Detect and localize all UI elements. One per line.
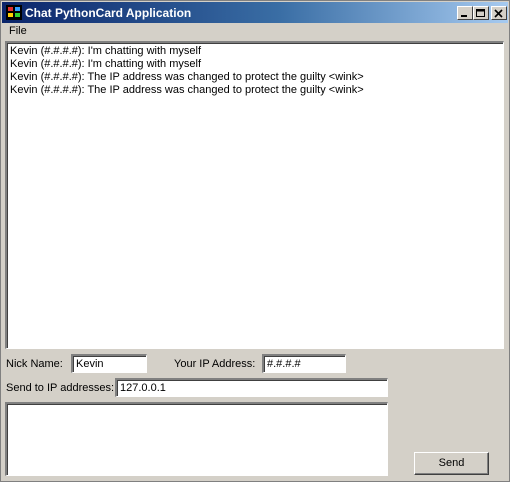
app-window: Chat PythonCard Application File Kevin (…: [0, 0, 510, 482]
ip-address-value: #.#.#.#: [267, 358, 301, 370]
send-to-label: Send to IP addresses:: [6, 382, 115, 394]
send-to-field[interactable]: 127.0.0.1: [115, 378, 388, 397]
ip-address-label: Your IP Address:: [174, 358, 256, 370]
nick-name-value: Kevin: [76, 358, 104, 370]
close-icon: [494, 9, 503, 18]
title-bar[interactable]: Chat PythonCard Application: [2, 2, 508, 23]
chat-line: Kevin (#.#.#.#): I'm chatting with mysel…: [10, 58, 202, 70]
chat-line: Kevin (#.#.#.#): I'm chatting with mysel…: [10, 45, 202, 57]
send-to-value: 127.0.0.1: [120, 382, 166, 394]
maximize-icon: [476, 9, 485, 17]
chat-line: Kevin (#.#.#.#): The IP address was chan…: [10, 84, 364, 96]
menu-bar: File: [2, 23, 508, 41]
ip-address-field[interactable]: #.#.#.#: [262, 354, 346, 373]
send-button[interactable]: Send: [414, 452, 489, 475]
maximize-button[interactable]: [473, 6, 489, 20]
app-icon: [6, 5, 22, 20]
menu-file[interactable]: File: [9, 25, 27, 37]
nick-name-label: Nick Name:: [6, 358, 63, 370]
minimize-icon: [461, 15, 467, 17]
chat-line: Kevin (#.#.#.#): The IP address was chan…: [10, 71, 364, 83]
message-input[interactable]: [5, 402, 388, 476]
nick-name-field[interactable]: Kevin: [71, 354, 147, 373]
chat-history[interactable]: Kevin (#.#.#.#): I'm chatting with mysel…: [5, 41, 504, 349]
window-title: Chat PythonCard Application: [25, 6, 192, 20]
minimize-button[interactable]: [457, 6, 473, 20]
close-button[interactable]: [491, 6, 507, 20]
